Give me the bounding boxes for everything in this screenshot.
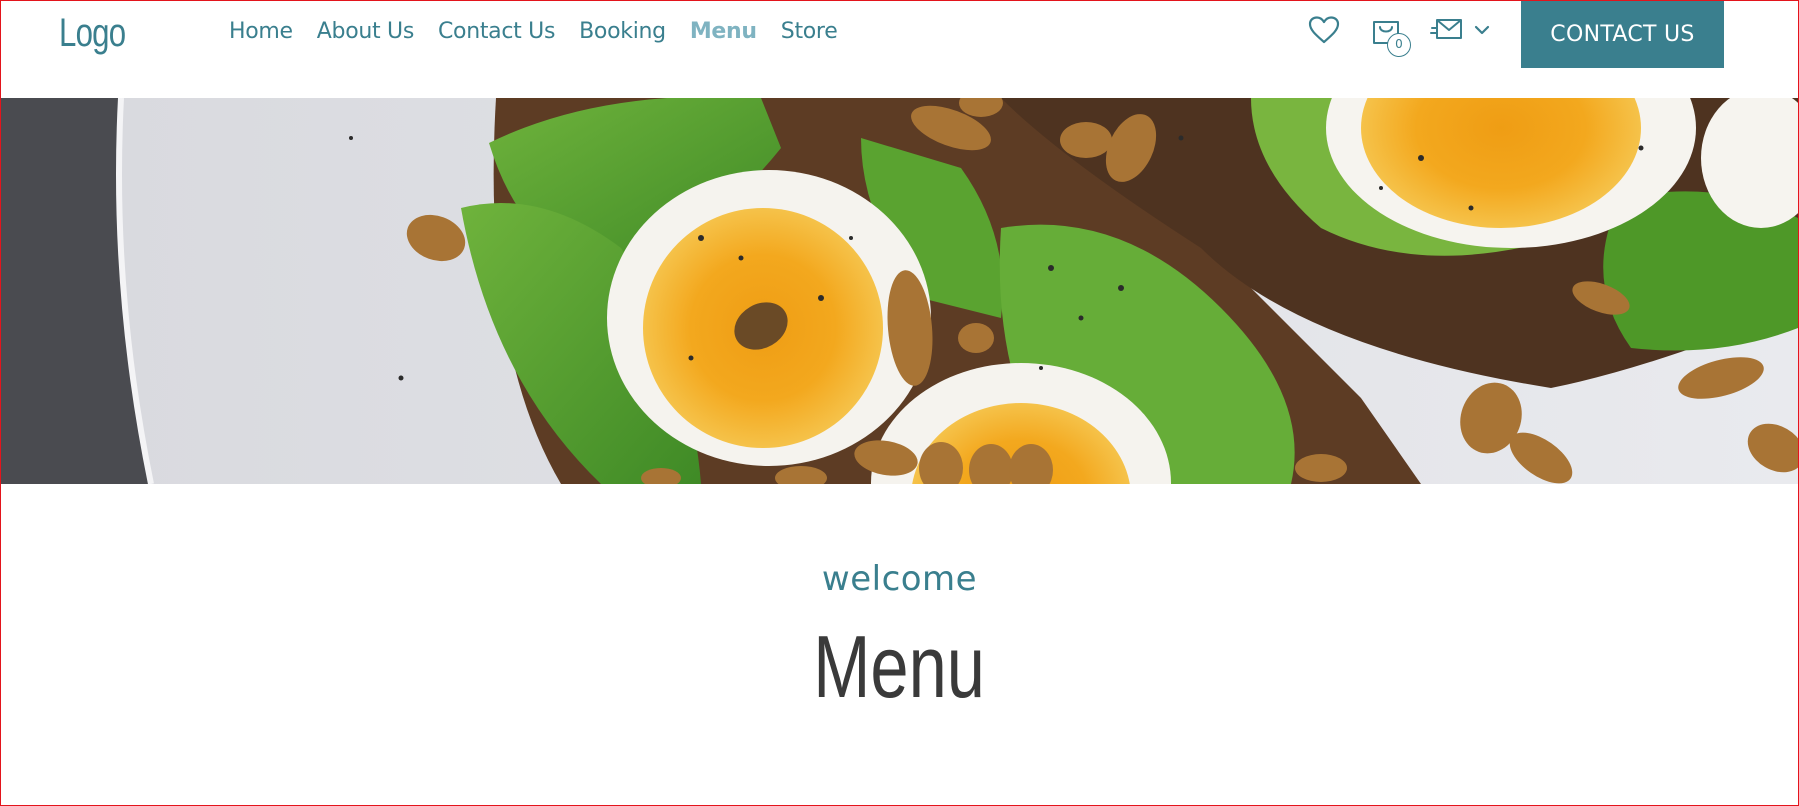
chevron-down-icon[interactable]: [1473, 23, 1491, 37]
logo[interactable]: Logo: [59, 11, 126, 56]
nav-item-about-us[interactable]: About Us: [317, 19, 415, 44]
heart-icon[interactable]: [1307, 15, 1341, 45]
hero-image: [1, 98, 1798, 484]
page-title-text: Menu: [813, 617, 986, 716]
page-title: Menu: [1, 616, 1798, 718]
nav-item-menu[interactable]: Menu: [690, 19, 757, 44]
envelope-icon[interactable]: [1429, 16, 1465, 46]
nav-item-booking[interactable]: Booking: [579, 19, 666, 44]
nav-item-home[interactable]: Home: [229, 19, 293, 44]
contact-us-button[interactable]: CONTACT US: [1521, 1, 1724, 68]
page-frame: Logo Home About Us Contact Us Booking Me…: [0, 0, 1799, 806]
site-header: Logo Home About Us Contact Us Booking Me…: [1, 1, 1798, 98]
nav-item-contact-us[interactable]: Contact Us: [438, 19, 555, 44]
cart-count-badge: 0: [1387, 33, 1411, 57]
section-kicker: welcome: [821, 559, 978, 599]
main-nav: Home About Us Contact Us Booking Menu St…: [229, 19, 838, 44]
nav-item-store[interactable]: Store: [781, 19, 838, 44]
